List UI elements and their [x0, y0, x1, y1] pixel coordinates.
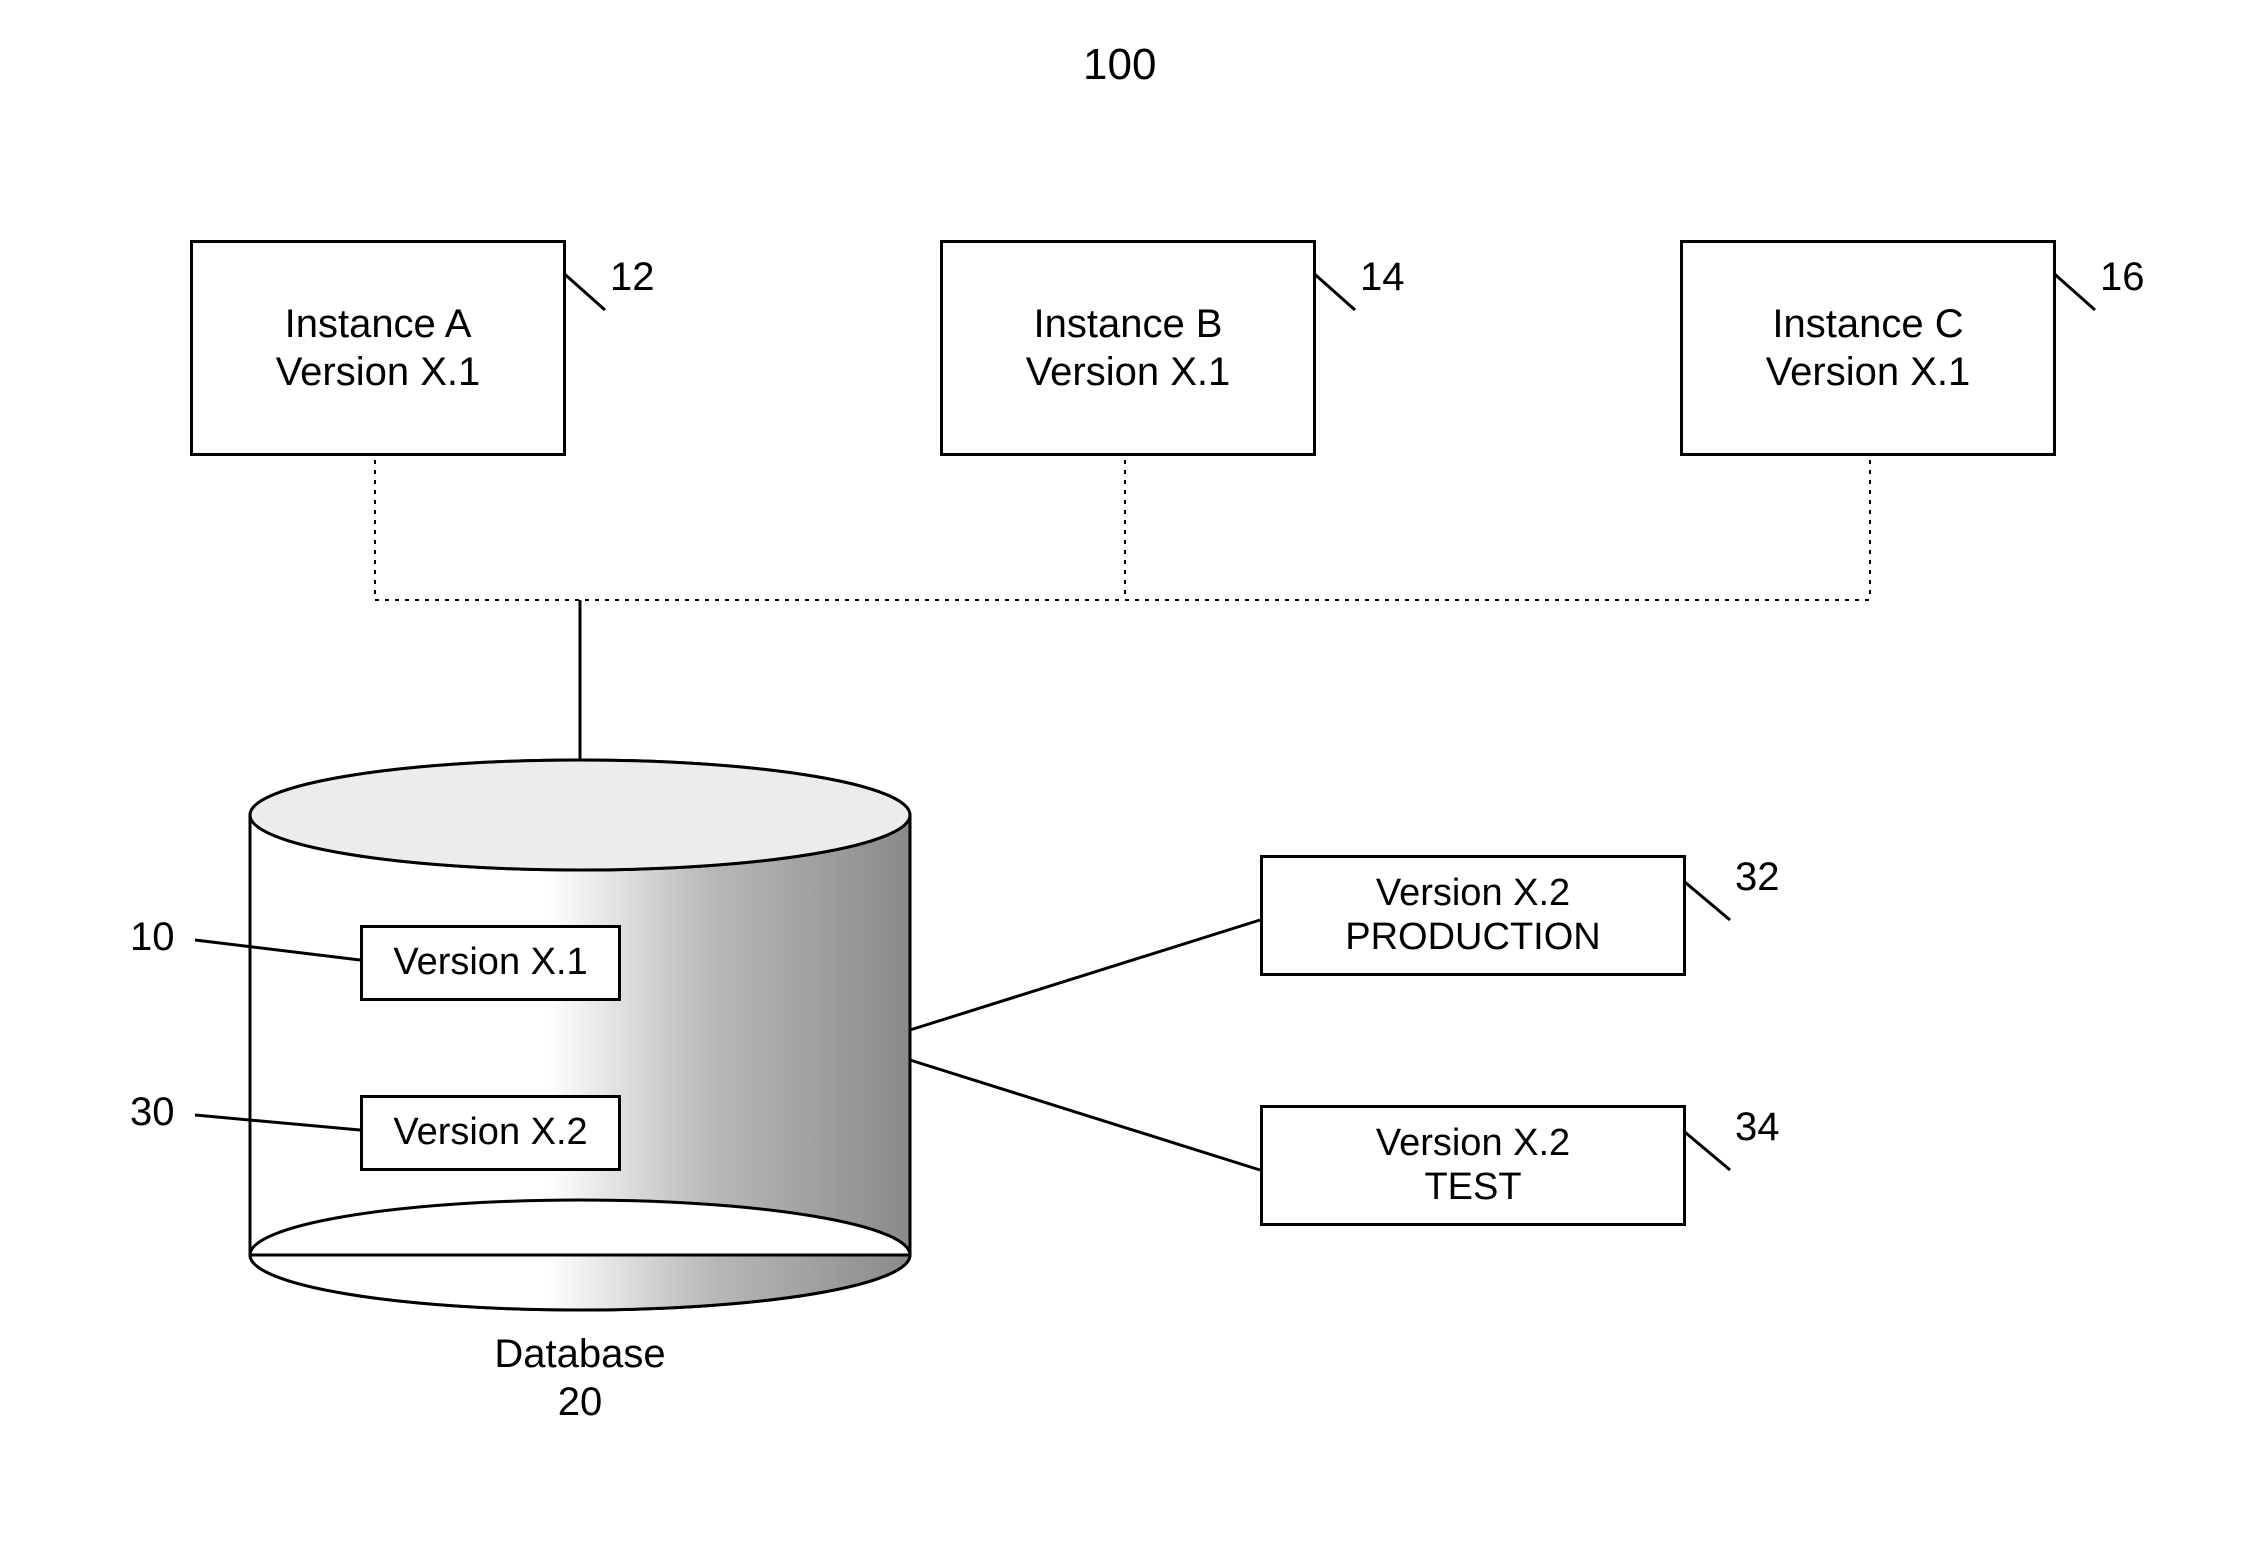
connector-layer [0, 0, 2246, 1554]
test-box: Version X.2 TEST [1260, 1105, 1686, 1226]
instance-c-version: Version X.1 [1766, 348, 1971, 396]
production-label: PRODUCTION [1345, 916, 1600, 960]
db-version-2-ref: 30 [130, 1090, 175, 1135]
instance-c-name: Instance C [1772, 300, 1963, 348]
production-box: Version X.2 PRODUCTION [1260, 855, 1686, 976]
instance-c-box: Instance C Version X.1 [1680, 240, 2056, 456]
instance-c-ref: 16 [2100, 255, 2145, 300]
database-caption: Database 20 [430, 1330, 730, 1426]
instance-b-ref: 14 [1360, 255, 1405, 300]
test-label: TEST [1424, 1166, 1521, 1210]
test-ref: 34 [1735, 1105, 1780, 1150]
database-caption-name: Database [430, 1330, 730, 1378]
diagram-canvas: 100 [0, 0, 2246, 1554]
test-version: Version X.2 [1376, 1122, 1570, 1166]
instance-a-ref: 12 [610, 255, 655, 300]
db-version-2-label: Version X.2 [393, 1111, 587, 1155]
database-cylinder [250, 760, 910, 1310]
database-caption-ref: 20 [430, 1378, 730, 1426]
db-version-1-label: Version X.1 [393, 941, 587, 985]
instance-b-version: Version X.1 [1026, 348, 1231, 396]
db-version-2-box: Version X.2 [360, 1095, 621, 1171]
instance-b-name: Instance B [1033, 300, 1222, 348]
instance-b-box: Instance B Version X.1 [940, 240, 1316, 456]
db-version-1-box: Version X.1 [360, 925, 621, 1001]
production-ref: 32 [1735, 855, 1780, 900]
instance-a-box: Instance A Version X.1 [190, 240, 566, 456]
instance-a-name: Instance A [285, 300, 472, 348]
db-version-1-ref: 10 [130, 915, 175, 960]
instance-a-version: Version X.1 [276, 348, 481, 396]
production-version: Version X.2 [1376, 872, 1570, 916]
